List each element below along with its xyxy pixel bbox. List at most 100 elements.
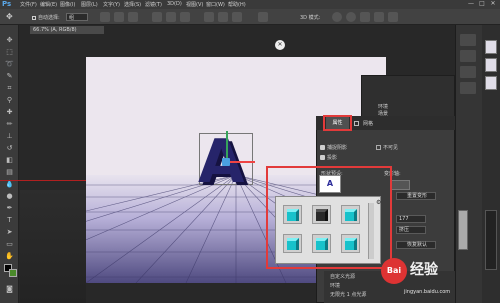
cast-shadows-checkbox[interactable]: [320, 155, 325, 160]
layer-item[interactable]: 环境: [330, 282, 340, 289]
extrude-depth-input[interactable]: 177: [396, 215, 426, 223]
guide-line: [0, 180, 86, 181]
distribute-right-icon[interactable]: [232, 12, 242, 22]
pasteboard: [20, 190, 86, 303]
background-color-swatch[interactable]: [9, 269, 17, 277]
slide-3d-icon[interactable]: [374, 12, 384, 22]
menu-select[interactable]: 选择(S): [124, 1, 141, 8]
quick-mask-icon[interactable]: ◙: [4, 285, 15, 293]
menu-view[interactable]: 视图(V): [186, 1, 203, 8]
catch-shadows-checkbox[interactable]: [320, 145, 325, 150]
invisible-checkbox[interactable]: [376, 145, 381, 150]
history-brush-icon[interactable]: ↺: [4, 144, 15, 152]
watermark-url: jingyan.baidu.com: [404, 289, 451, 295]
eraser-icon[interactable]: ◧: [4, 156, 15, 164]
menu-filter[interactable]: 滤镜(T): [145, 1, 162, 8]
roll-3d-icon[interactable]: [346, 12, 356, 22]
stamp-icon[interactable]: ⊥: [4, 132, 15, 140]
layer-item[interactable]: 无限光 1 点光源: [330, 291, 366, 298]
maximize-button[interactable]: □: [477, 0, 487, 9]
align-center-icon[interactable]: [114, 12, 124, 22]
eyedropper-icon[interactable]: ⚲: [4, 96, 15, 104]
distribute-hcenter-icon[interactable]: [218, 12, 228, 22]
history-icon[interactable]: [460, 34, 476, 46]
distribute-left-icon[interactable]: [204, 12, 214, 22]
brush-presets-icon[interactable]: [460, 66, 476, 78]
preset-settings-icon[interactable]: ⚙: [376, 199, 381, 206]
rotate-3d-icon[interactable]: [332, 12, 342, 22]
reset-defaults-button[interactable]: 恢复默认: [396, 241, 436, 249]
gradient-icon[interactable]: ▤: [4, 168, 15, 176]
mesh-icon: [354, 121, 359, 126]
preset-taper[interactable]: [341, 234, 360, 253]
auto-select-checkbox[interactable]: [32, 16, 36, 20]
brush-icon[interactable]: ✏: [4, 120, 15, 128]
path-select-icon[interactable]: ➤: [4, 228, 15, 236]
rectangle-icon[interactable]: ▭: [4, 240, 15, 248]
document-tab[interactable]: 66.7% (A, RGB/8): [30, 26, 104, 34]
layer-item[interactable]: 自定义光源: [330, 273, 355, 280]
preset-bend[interactable]: [283, 234, 302, 253]
hand-icon[interactable]: ✋: [4, 252, 15, 260]
gizmo-z-handle[interactable]: [222, 158, 230, 166]
invisible-label: 不可见: [383, 145, 399, 151]
marquee-icon[interactable]: ⬚: [4, 48, 15, 56]
menu-help[interactable]: 帮助(H): [228, 1, 246, 8]
crop-icon[interactable]: ⌗: [4, 84, 15, 92]
align-icon[interactable]: [100, 12, 110, 22]
reset-deform-button[interactable]: 重置变形: [396, 192, 436, 200]
gizmo-y-axis[interactable]: [226, 131, 228, 161]
drag-3d-icon[interactable]: [360, 12, 370, 22]
distribute-icon[interactable]: [152, 12, 162, 22]
menu-type[interactable]: 文字(Y): [103, 1, 120, 8]
menu-window[interactable]: 窗口(W): [206, 1, 225, 8]
distribute-center-icon[interactable]: [166, 12, 176, 22]
mesh-label[interactable]: 网格: [363, 120, 373, 127]
blur-icon[interactable]: 💧: [4, 180, 15, 188]
character-icon[interactable]: [460, 82, 476, 94]
gizmo-x-axis[interactable]: [227, 161, 255, 163]
auto-select-label: 自动选择:: [38, 15, 60, 21]
panel-slider[interactable]: [458, 210, 468, 250]
scale-3d-icon[interactable]: [388, 12, 398, 22]
pen-icon[interactable]: ✒: [4, 204, 15, 212]
catch-shadows-label: 捕捉阴影: [327, 145, 348, 151]
healing-icon[interactable]: ✚: [4, 108, 15, 116]
layer-thumbnail[interactable]: [485, 40, 497, 54]
preset-scrollbar[interactable]: [368, 203, 374, 259]
dodge-icon[interactable]: ●: [4, 192, 15, 200]
type-icon[interactable]: T: [4, 216, 15, 224]
extrude-label: 挤压: [396, 226, 426, 234]
layer-thumbnail[interactable]: [485, 76, 497, 90]
align-bottom-icon[interactable]: [128, 12, 138, 22]
panel-scrollbar[interactable]: [485, 210, 497, 270]
menu-file[interactable]: 文件(F): [20, 1, 37, 8]
move-icon[interactable]: ✥: [4, 36, 15, 44]
deform-axis-widget[interactable]: [390, 180, 410, 190]
actions-icon[interactable]: [460, 50, 476, 62]
close-popup-button[interactable]: ✕: [275, 40, 285, 50]
menu-edit[interactable]: 编辑(E): [40, 1, 57, 8]
photoshop-logo: Ps: [2, 0, 12, 8]
preset-bevel[interactable]: [312, 205, 331, 224]
quick-select-icon[interactable]: ✎: [4, 72, 15, 80]
preset-extrude[interactable]: [283, 205, 302, 224]
minimize-button[interactable]: —: [466, 0, 476, 9]
preset-inflate[interactable]: [341, 205, 360, 224]
auto-align-icon[interactable]: [258, 12, 268, 22]
scene-item-environment[interactable]: 环境: [378, 103, 388, 110]
distribute-bottom-icon[interactable]: [180, 12, 190, 22]
properties-tab[interactable]: 属性: [326, 117, 349, 129]
auto-select-dropdown[interactable]: 组: [66, 13, 88, 21]
menu-3d[interactable]: 3D(D): [167, 1, 182, 7]
3d-mode-label: 3D 模式:: [300, 15, 321, 21]
preset-twist[interactable]: [312, 234, 331, 253]
menu-layer[interactable]: 图层(L): [81, 1, 98, 8]
move-tool-icon[interactable]: ✥: [6, 12, 17, 22]
menu-image[interactable]: 图像(I): [60, 1, 75, 8]
close-window-button[interactable]: ✕: [488, 0, 498, 9]
shape-preset-popup: ⚙: [275, 196, 381, 264]
layer-thumbnail[interactable]: [485, 58, 497, 72]
lasso-icon[interactable]: ➰: [4, 60, 15, 68]
cast-shadows-label: 投影: [327, 155, 338, 161]
